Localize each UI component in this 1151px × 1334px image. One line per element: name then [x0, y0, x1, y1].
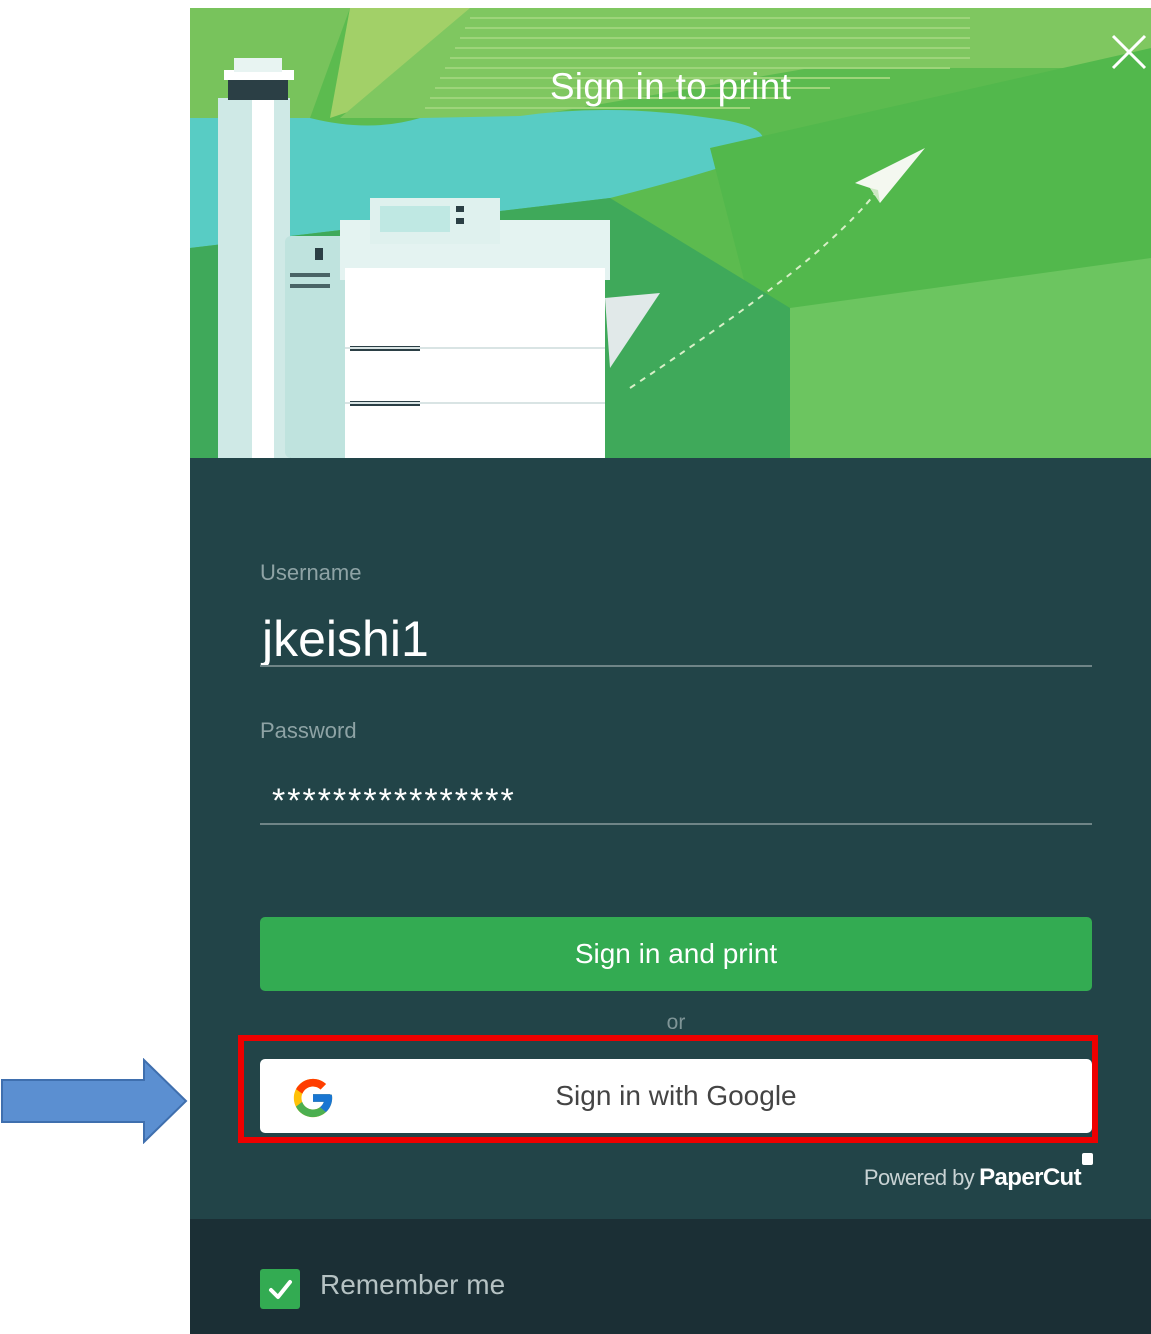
dialog-title: Sign in to print [549, 66, 792, 107]
or-divider: or [666, 1011, 686, 1034]
dialog-footer: Remember me [190, 1219, 1151, 1334]
annotation-arrow-icon [1, 1058, 188, 1144]
powered-by-prefix: Powered by [863, 1165, 975, 1190]
checkmark-icon [269, 1280, 292, 1299]
username-underline [260, 665, 1092, 667]
google-g-icon [293, 1078, 333, 1118]
close-button[interactable] [1107, 30, 1151, 74]
username-field[interactable]: jkeishi1 [262, 610, 429, 668]
hero-illustration: Sign in to print [190, 8, 1151, 458]
username-label: Username [260, 560, 362, 585]
sign-in-and-print-button[interactable]: Sign in and print [260, 917, 1092, 991]
sign-in-dialog: Sign in to print Username jkeishi1 Passw… [190, 8, 1151, 1334]
remember-me-checkbox[interactable] [260, 1269, 300, 1309]
sign-in-with-google-button[interactable]: Sign in with Google [260, 1059, 1092, 1133]
password-underline [260, 823, 1092, 825]
password-field[interactable]: **************** [272, 782, 516, 821]
papercut-logo-text: PaperCut [979, 1164, 1081, 1191]
password-label: Password [260, 718, 357, 743]
close-icon [1111, 34, 1147, 70]
papercut-logo-icon [1082, 1153, 1093, 1165]
powered-by-papercut: Powered by PaperCut [863, 1153, 1093, 1192]
remember-me-label[interactable]: Remember me [320, 1269, 505, 1301]
google-button-label: Sign in with Google [555, 1080, 797, 1111]
